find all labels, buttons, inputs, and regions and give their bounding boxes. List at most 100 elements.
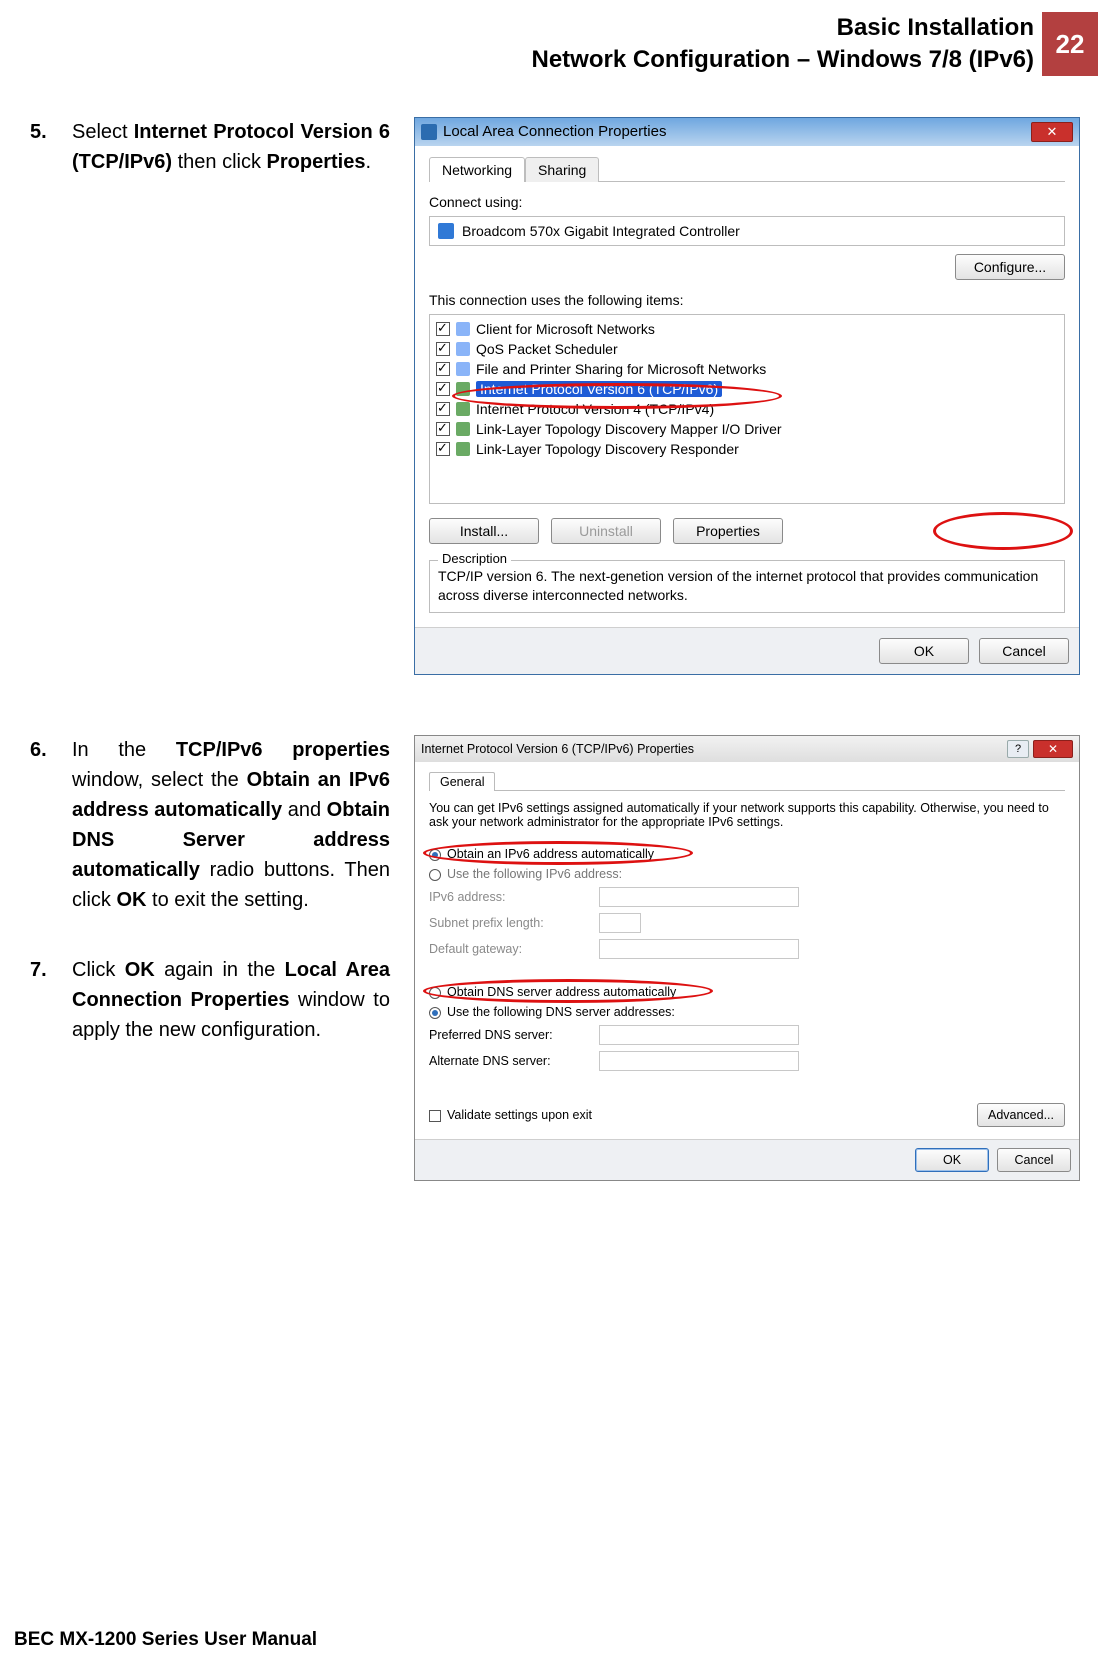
radio-use-ip[interactable]: Use the following IPv6 address: <box>429 867 1065 881</box>
adapter-name: Broadcom 570x Gigabit Integrated Control… <box>462 223 740 239</box>
text-input[interactable] <box>599 1025 799 1045</box>
text: window, select the <box>72 769 247 791</box>
tab-general[interactable]: General <box>429 772 495 791</box>
radio-icon <box>429 869 441 881</box>
field-label: Alternate DNS server: <box>429 1054 599 1068</box>
tab-networking[interactable]: Networking <box>429 157 525 182</box>
adapter-field[interactable]: Broadcom 570x Gigabit Integrated Control… <box>429 216 1065 246</box>
intro-text: You can get IPv6 settings assigned autom… <box>429 801 1065 829</box>
text-input <box>599 939 799 959</box>
field-label: Subnet prefix length: <box>429 916 599 930</box>
text: again in the <box>155 959 285 981</box>
checkbox-icon[interactable] <box>436 442 450 456</box>
checkbox-icon[interactable] <box>436 402 450 416</box>
radio-label: Obtain DNS server address automatically <box>447 985 676 999</box>
text-input <box>599 913 641 933</box>
ipv6-properties-dialog: Internet Protocol Version 6 (TCP/IPv6) P… <box>414 735 1080 1181</box>
list-item[interactable]: Link-Layer Topology Discovery Responder <box>436 439 1058 459</box>
description-legend: Description <box>438 551 511 566</box>
field-alternate-dns[interactable]: Alternate DNS server: <box>429 1051 1065 1071</box>
text: and <box>282 799 327 821</box>
dialog-titlebar[interactable]: Local Area Connection Properties ✕ <box>415 118 1079 146</box>
list-item[interactable]: Client for Microsoft Networks <box>436 319 1058 339</box>
text-input[interactable] <box>599 1051 799 1071</box>
configure-button[interactable]: Configure... <box>955 254 1065 280</box>
bold: OK <box>116 889 146 911</box>
radio-icon <box>429 849 441 861</box>
list-item-selected[interactable]: Internet Protocol Version 6 (TCP/IPv6) <box>436 379 1058 399</box>
cancel-button[interactable]: Cancel <box>997 1148 1071 1172</box>
properties-button[interactable]: Properties <box>673 518 783 544</box>
field-preferred-dns[interactable]: Preferred DNS server: <box>429 1025 1065 1045</box>
item-label: Link-Layer Topology Discovery Mapper I/O… <box>476 421 782 437</box>
list-item[interactable]: File and Printer Sharing for Microsoft N… <box>436 359 1058 379</box>
nic-icon <box>438 223 454 239</box>
protocol-icon <box>456 422 470 436</box>
protocol-icon <box>456 442 470 456</box>
header-title-2: Network Configuration – Windows 7/8 (IPv… <box>532 44 1035 76</box>
bold: OK <box>125 959 155 981</box>
field-label: Preferred DNS server: <box>429 1028 599 1042</box>
items-label: This connection uses the following items… <box>429 292 1065 308</box>
list-item[interactable]: Link-Layer Topology Discovery Mapper I/O… <box>436 419 1058 439</box>
text: then click <box>172 151 266 173</box>
radio-label: Use the following DNS server addresses: <box>447 1005 675 1019</box>
protocol-icon <box>456 322 470 336</box>
step-6: 6. In the TCP/IPv6 properties window, se… <box>30 735 390 915</box>
item-label: Internet Protocol Version 6 (TCP/IPv6) <box>476 381 722 397</box>
protocol-icon <box>456 342 470 356</box>
protocol-icon <box>456 402 470 416</box>
help-button[interactable]: ? <box>1007 740 1029 758</box>
close-button[interactable]: ✕ <box>1033 740 1073 758</box>
text: to exit the setting. <box>146 889 308 911</box>
description-text: TCP/IP version 6. The next-genetion vers… <box>438 567 1056 606</box>
radio-obtain-dns-auto[interactable]: Obtain DNS server address automatically <box>429 985 1065 999</box>
radio-use-dns[interactable]: Use the following DNS server addresses: <box>429 1005 1065 1019</box>
text: Click <box>72 959 125 981</box>
checkbox-icon[interactable] <box>436 382 450 396</box>
cancel-button[interactable]: Cancel <box>979 638 1069 664</box>
page-number-badge: 22 <box>1042 12 1098 76</box>
step-7: 7. Click OK again in the Local Area Conn… <box>30 955 390 1045</box>
radio-icon <box>429 1007 441 1019</box>
field-ipv6-address: IPv6 address: <box>429 887 1065 907</box>
install-button[interactable]: Install... <box>429 518 539 544</box>
dialog-title: Local Area Connection Properties <box>443 123 666 140</box>
dialog-titlebar[interactable]: Internet Protocol Version 6 (TCP/IPv6) P… <box>415 736 1079 762</box>
field-default-gateway: Default gateway: <box>429 939 1065 959</box>
item-label: File and Printer Sharing for Microsoft N… <box>476 361 766 377</box>
checkbox-icon <box>429 1110 441 1122</box>
tab-sharing[interactable]: Sharing <box>525 157 599 182</box>
checkbox-icon[interactable] <box>436 362 450 376</box>
radio-obtain-ip-auto[interactable]: Obtain an IPv6 address automatically <box>429 847 1065 861</box>
advanced-button[interactable]: Advanced... <box>977 1103 1065 1127</box>
checkbox-icon[interactable] <box>436 322 450 336</box>
close-button[interactable]: ✕ <box>1031 122 1073 142</box>
step-7-text: Click OK again in the Local Area Connect… <box>72 955 390 1045</box>
radio-icon <box>429 987 441 999</box>
checkbox-label: Validate settings upon exit <box>447 1108 592 1122</box>
protocol-icon <box>456 382 470 396</box>
network-icon <box>421 124 437 140</box>
list-item[interactable]: QoS Packet Scheduler <box>436 339 1058 359</box>
list-item[interactable]: Internet Protocol Version 4 (TCP/IPv4) <box>436 399 1058 419</box>
checkbox-icon[interactable] <box>436 342 450 356</box>
bold: Properties <box>267 151 366 173</box>
lan-properties-dialog: Local Area Connection Properties ✕ Netwo… <box>414 117 1080 675</box>
checkbox-icon[interactable] <box>436 422 450 436</box>
radio-label: Use the following IPv6 address: <box>447 867 622 881</box>
step-7-number: 7. <box>30 955 58 1045</box>
item-label: QoS Packet Scheduler <box>476 341 618 357</box>
item-label: Client for Microsoft Networks <box>476 321 655 337</box>
text: Select <box>72 121 134 143</box>
radio-label: Obtain an IPv6 address automatically <box>447 847 654 861</box>
field-prefix-length: Subnet prefix length: <box>429 913 1065 933</box>
field-label: IPv6 address: <box>429 890 599 904</box>
protocol-icon <box>456 362 470 376</box>
validate-checkbox[interactable]: Validate settings upon exit <box>429 1108 592 1122</box>
items-listbox[interactable]: Client for Microsoft Networks QoS Packet… <box>429 314 1065 504</box>
ok-button[interactable]: OK <box>879 638 969 664</box>
description-group: Description TCP/IP version 6. The next-g… <box>429 560 1065 613</box>
step-5-text: Select Internet Protocol Version 6 (TCP/… <box>72 117 390 177</box>
ok-button[interactable]: OK <box>915 1148 989 1172</box>
